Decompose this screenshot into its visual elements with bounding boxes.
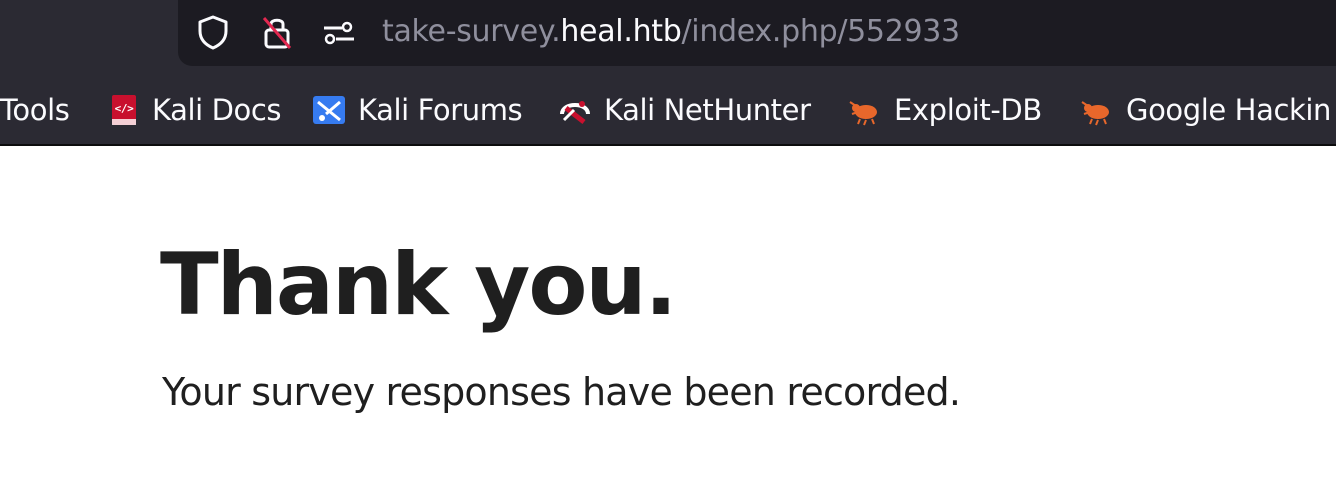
shield-icon[interactable] (196, 14, 230, 50)
bookmark-kali-docs[interactable]: </> Kali Docs (110, 90, 290, 130)
page-content: Thank you. Your survey responses have be… (0, 146, 1336, 480)
bookmark-label: Google Hackin (1126, 93, 1332, 127)
url-prefix: take-survey. (382, 14, 561, 49)
confirmation-message: Your survey responses have been recorded… (162, 370, 961, 414)
bookmark-tools[interactable]: Tools (0, 90, 92, 130)
address-bar[interactable]: take-survey.heal.htb/index.php/552933 (178, 0, 1336, 66)
lock-insecure-icon[interactable] (260, 14, 294, 50)
kali-docs-icon: </> (112, 95, 136, 125)
bookmark-label: Tools (0, 93, 70, 127)
bookmark-label: Kali Docs (152, 93, 282, 127)
bookmark-exploit-db[interactable]: Exploit-DB (848, 90, 1058, 130)
kali-forums-icon (313, 96, 345, 124)
page-title: Thank you. (160, 235, 677, 335)
url-text[interactable]: take-survey.heal.htb/index.php/552933 (382, 12, 960, 52)
bookmark-label: Exploit-DB (894, 93, 1042, 127)
bookmark-google-hacking[interactable]: Google Hackin (1080, 90, 1336, 130)
svg-text:</>: </> (115, 102, 134, 115)
url-path: /index.php/552933 (681, 14, 961, 49)
bookmark-kali-nethunter[interactable]: Kali NetHunter (558, 90, 828, 130)
browser-chrome: take-survey.heal.htb/index.php/552933 To… (0, 0, 1336, 146)
kali-nethunter-icon (560, 101, 590, 124)
bookmark-label: Kali Forums (358, 93, 523, 127)
bookmark-label: Kali NetHunter (604, 93, 811, 127)
bookmarks-toolbar: Tools </> Kali Docs Kali Forums Kali Net… (0, 76, 1336, 142)
permissions-icon[interactable] (322, 14, 356, 50)
exploit-db-icon (849, 101, 877, 126)
url-host: heal.htb (560, 14, 682, 49)
bookmark-kali-forums[interactable]: Kali Forums (312, 90, 538, 130)
ghdb-icon (1081, 101, 1109, 126)
